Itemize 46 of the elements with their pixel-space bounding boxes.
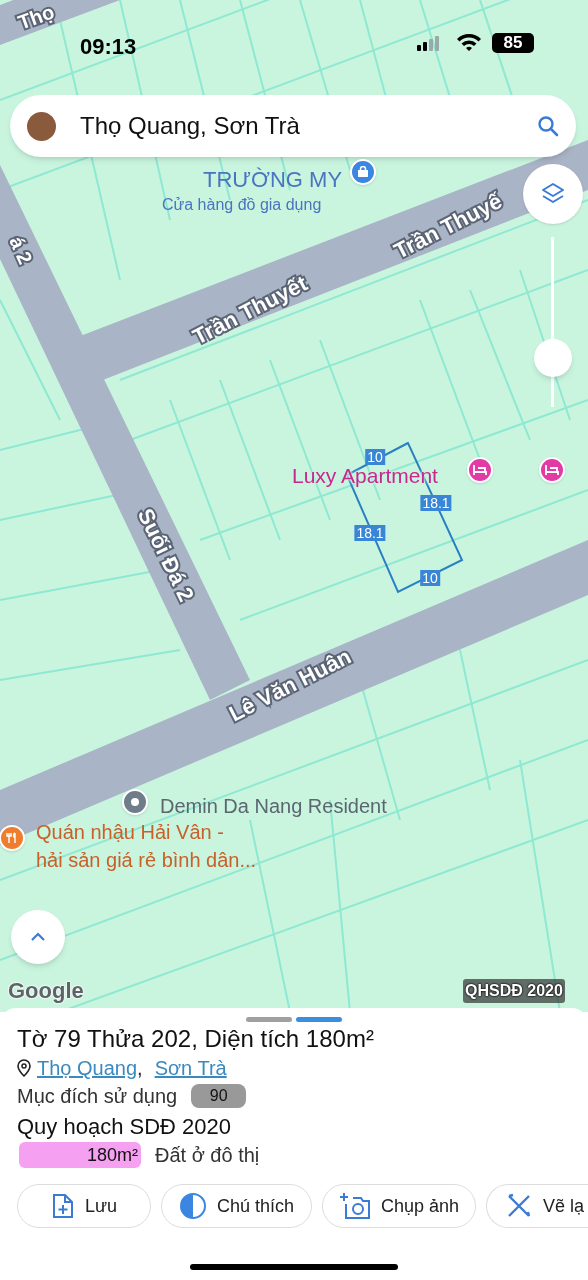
area-bar: 180m² bbox=[19, 1142, 141, 1168]
usage-label: Mục đích sử dụng bbox=[17, 1084, 178, 1109]
chevron-up-icon[interactable] bbox=[30, 932, 46, 942]
map-layer-label: QHSDĐ 2020 bbox=[463, 979, 565, 1003]
location-pin-icon[interactable] bbox=[122, 789, 148, 815]
road-label: Thọ bbox=[14, 0, 58, 36]
place-name[interactable]: hải sản giá rẻ bình dân... bbox=[36, 845, 257, 875]
avatar-icon[interactable] bbox=[27, 111, 56, 141]
fork-knife-icon[interactable] bbox=[0, 825, 25, 851]
add-camera-icon bbox=[338, 1192, 371, 1220]
edge-length-label: 18.1 bbox=[354, 525, 386, 541]
road-label: Suối Đá 2 bbox=[131, 503, 201, 608]
zoom-slider-thumb[interactable] bbox=[534, 338, 572, 377]
action-button[interactable]: Chú thích bbox=[161, 1184, 312, 1228]
place-name[interactable]: TRƯỜNG MY bbox=[203, 163, 343, 196]
edge-length-label: 10 bbox=[365, 449, 385, 465]
separator-text: , bbox=[137, 1056, 143, 1081]
road-label: á 2 bbox=[4, 231, 38, 269]
search-field[interactable]: Thọ Quang, Sơn Trà bbox=[10, 95, 576, 157]
half-circle-icon bbox=[178, 1192, 207, 1220]
google-logo: Google bbox=[8, 977, 84, 1005]
usage-badge: 90 bbox=[191, 1084, 247, 1108]
location-pin-icon bbox=[17, 1059, 31, 1077]
land-use-label: Đất ở đô thị bbox=[155, 1143, 260, 1168]
search-icon[interactable] bbox=[537, 115, 559, 137]
zoom-slider[interactable] bbox=[534, 237, 572, 407]
ward-link[interactable]: Thọ Quang bbox=[37, 1053, 138, 1083]
parcel-title: Tờ 79 Thửa 202, Diện tích 180m² bbox=[17, 1024, 375, 1054]
plan-title: Quy hoạch SDĐ 2020 bbox=[17, 1113, 233, 1138]
shopping-bag-icon[interactable] bbox=[350, 159, 376, 185]
road-label: Lê Văn Huân bbox=[223, 642, 357, 729]
place-category: Cửa hàng đồ gia dụng bbox=[162, 195, 322, 215]
action-button[interactable]: Chụp ảnh bbox=[322, 1184, 476, 1228]
edge-length-label: 10 bbox=[420, 570, 440, 586]
status-time: 09:13 bbox=[80, 33, 137, 61]
bed-icon[interactable] bbox=[467, 457, 493, 483]
action-button[interactable]: Lưu bbox=[17, 1184, 151, 1228]
edge-length-label: 18.1 bbox=[420, 495, 452, 511]
signal-icon bbox=[417, 36, 439, 51]
wifi-icon bbox=[456, 33, 482, 52]
district-link[interactable]: Sơn Trà bbox=[154, 1053, 227, 1083]
action-button[interactable]: Vẽ lạ bbox=[486, 1184, 588, 1228]
add-file-icon bbox=[50, 1193, 75, 1219]
bed-icon[interactable] bbox=[539, 457, 565, 483]
search-text: Thọ Quang, Sơn Trà bbox=[80, 111, 301, 141]
battery-level: 85 bbox=[492, 33, 534, 53]
